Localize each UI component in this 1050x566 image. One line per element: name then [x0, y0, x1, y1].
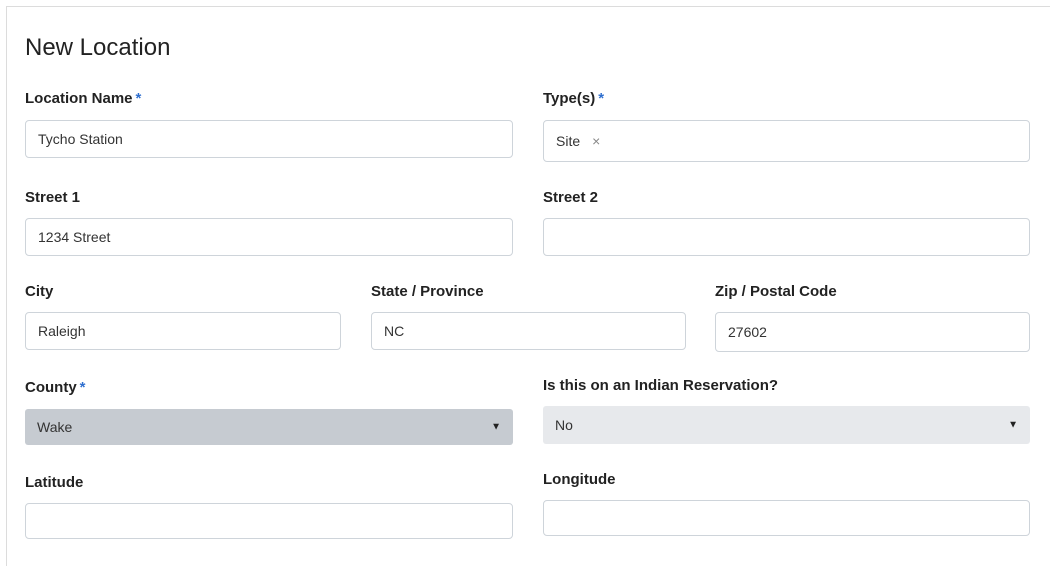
chevron-down-icon: ▼ [1008, 419, 1018, 431]
required-marker: * [135, 90, 142, 107]
street2-input[interactable] [543, 218, 1030, 256]
street1-label: Street 1 [25, 189, 81, 206]
city-input[interactable] [25, 312, 341, 350]
types-multiselect[interactable]: Site × [543, 120, 1030, 162]
city-label: City [25, 283, 54, 300]
longitude-label: Longitude [543, 471, 616, 488]
chevron-down-icon: ▼ [491, 421, 501, 433]
zip-label: Zip / Postal Code [715, 283, 837, 300]
type-tag: Site × [556, 133, 600, 149]
longitude-input[interactable] [543, 500, 1030, 536]
county-label: County * [25, 379, 86, 396]
zip-input[interactable] [715, 312, 1030, 352]
street2-label: Street 2 [543, 189, 599, 206]
state-input[interactable] [371, 312, 686, 350]
page-title: New Location [25, 34, 171, 61]
reservation-label: Is this on an Indian Reservation? [543, 377, 779, 394]
types-label: Type(s) * [543, 90, 604, 107]
reservation-selected-value: No [555, 417, 573, 433]
county-select[interactable]: Wake ▼ [25, 409, 513, 445]
county-selected-value: Wake [37, 419, 73, 435]
street1-input[interactable] [25, 218, 513, 256]
required-marker: * [79, 379, 86, 396]
county-label-text: County [25, 379, 77, 396]
reservation-select[interactable]: No ▼ [543, 406, 1030, 444]
location-name-label: Location Name * [25, 90, 141, 107]
close-icon[interactable]: × [592, 133, 600, 149]
types-label-text: Type(s) [543, 90, 596, 107]
latitude-label: Latitude [25, 474, 84, 491]
type-tag-label: Site [556, 133, 581, 149]
state-label: State / Province [371, 283, 484, 300]
location-name-input[interactable] [25, 120, 513, 158]
required-marker: * [598, 90, 605, 107]
form-card [6, 6, 1050, 566]
latitude-input[interactable] [25, 503, 513, 539]
location-name-label-text: Location Name [25, 90, 133, 107]
